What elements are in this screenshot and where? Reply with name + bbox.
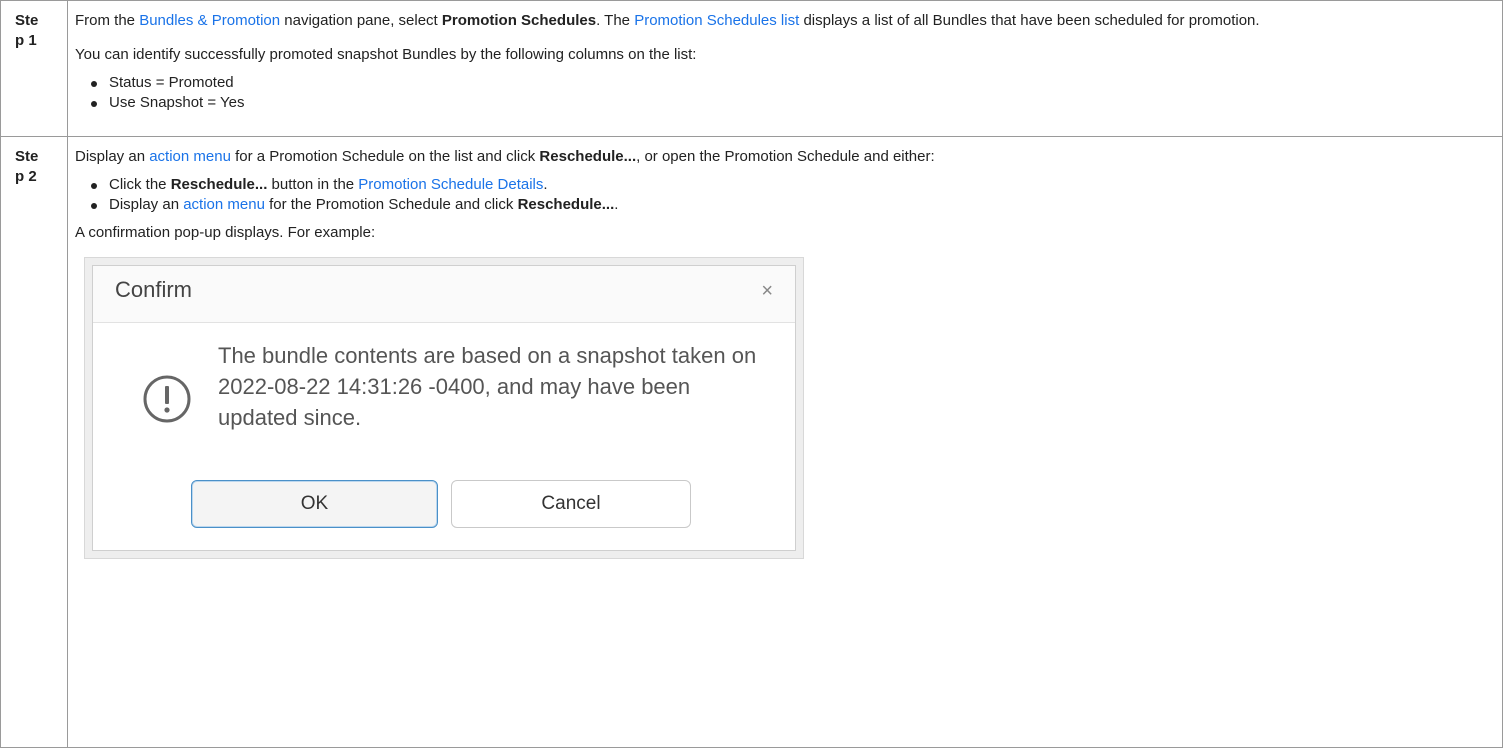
step-2-label-line1: Ste	[15, 148, 39, 165]
cancel-button[interactable]: Cancel	[451, 480, 691, 528]
reschedule-bold: Reschedule...	[539, 148, 637, 165]
ok-button[interactable]: OK	[191, 480, 438, 528]
step-1-text-suffix: displays a list of all Bundles that have…	[799, 12, 1260, 29]
step-2-body: Display an action menu for a Promotion S…	[67, 136, 1503, 748]
step-1-label-line2: p 1	[15, 32, 37, 49]
bundles-promotion-link[interactable]: Bundles & Promotion	[139, 12, 280, 29]
bullet-2-suffix: .	[614, 196, 619, 213]
promotion-schedules-list-link[interactable]: Promotion Schedules list	[634, 12, 799, 29]
step-1-text-middle: navigation pane, select	[280, 12, 442, 29]
list-item: Status = Promoted	[91, 73, 1488, 93]
promotion-schedules-bold: Promotion Schedules	[441, 12, 597, 29]
close-icon[interactable]: ×	[761, 281, 773, 301]
exclamation-circle-icon	[141, 373, 193, 431]
list-item: Display an action menu for the Promotion…	[91, 195, 1488, 215]
step-1-text-prefix: From the	[75, 12, 140, 29]
step-1-bullet-list: Status = Promoted Use Snapshot = Yes	[75, 73, 1488, 113]
bullet-1-bold: Reschedule...	[170, 176, 268, 193]
step-1-paragraph-1: From the Bundles & Promotion navigation …	[75, 11, 1488, 31]
step-2-bullet-list: Click the Reschedule... button in the Pr…	[75, 175, 1488, 215]
step-2-label: Ste p 2	[0, 136, 68, 748]
bullet-1-prefix: Click the	[109, 176, 171, 193]
bullet-1-middle: button in the	[267, 176, 359, 193]
dialog-title: Confirm	[115, 277, 193, 302]
dialog-message: The bundle contents are based on a snaps…	[218, 343, 757, 430]
bullet-2-prefix: Display an	[109, 196, 184, 213]
step-1-text-after-bold: . The	[596, 12, 635, 29]
step-2-label-line2: p 2	[15, 168, 37, 185]
list-item: Use Snapshot = Yes	[91, 93, 1488, 113]
step-row-2: Ste p 2 Display an action menu for a Pro…	[0, 136, 1503, 748]
steps-table: Ste p 1 From the Bundles & Promotion nav…	[0, 0, 1503, 748]
confirm-dialog: Confirm × The bundle contents are based …	[92, 265, 796, 551]
step-2-text-suffix: , or open the Promotion Schedule and eit…	[636, 148, 935, 165]
list-item: Click the Reschedule... button in the Pr…	[91, 175, 1488, 195]
step-2-paragraph-2: A confirmation pop-up displays. For exam…	[75, 224, 376, 241]
step-2-paragraph-1: Display an action menu for a Promotion S…	[75, 147, 1488, 167]
step-1-label: Ste p 1	[0, 0, 68, 137]
step-2-text-middle: for a Promotion Schedule on the list and…	[230, 148, 540, 165]
action-menu-link[interactable]: action menu	[149, 148, 231, 165]
bullet-2-bold: Reschedule...	[517, 196, 615, 213]
action-menu-link-2[interactable]: action menu	[183, 196, 265, 213]
step-1-label-line1: Ste	[15, 12, 39, 29]
step-row-1: Ste p 1 From the Bundles & Promotion nav…	[0, 0, 1503, 137]
bullet-1-suffix: .	[543, 176, 548, 193]
promotion-schedule-details-link[interactable]: Promotion Schedule Details	[358, 176, 543, 193]
dialog-header: Confirm ×	[93, 266, 795, 323]
step-1-body: From the Bundles & Promotion navigation …	[67, 0, 1503, 137]
step-1-paragraph-2: You can identify successfully promoted s…	[75, 46, 697, 63]
bullet-2-middle: for the Promotion Schedule and click	[264, 196, 518, 213]
step-2-text-prefix: Display an	[75, 148, 150, 165]
confirm-dialog-screenshot: Confirm × The bundle contents are based …	[84, 257, 804, 559]
